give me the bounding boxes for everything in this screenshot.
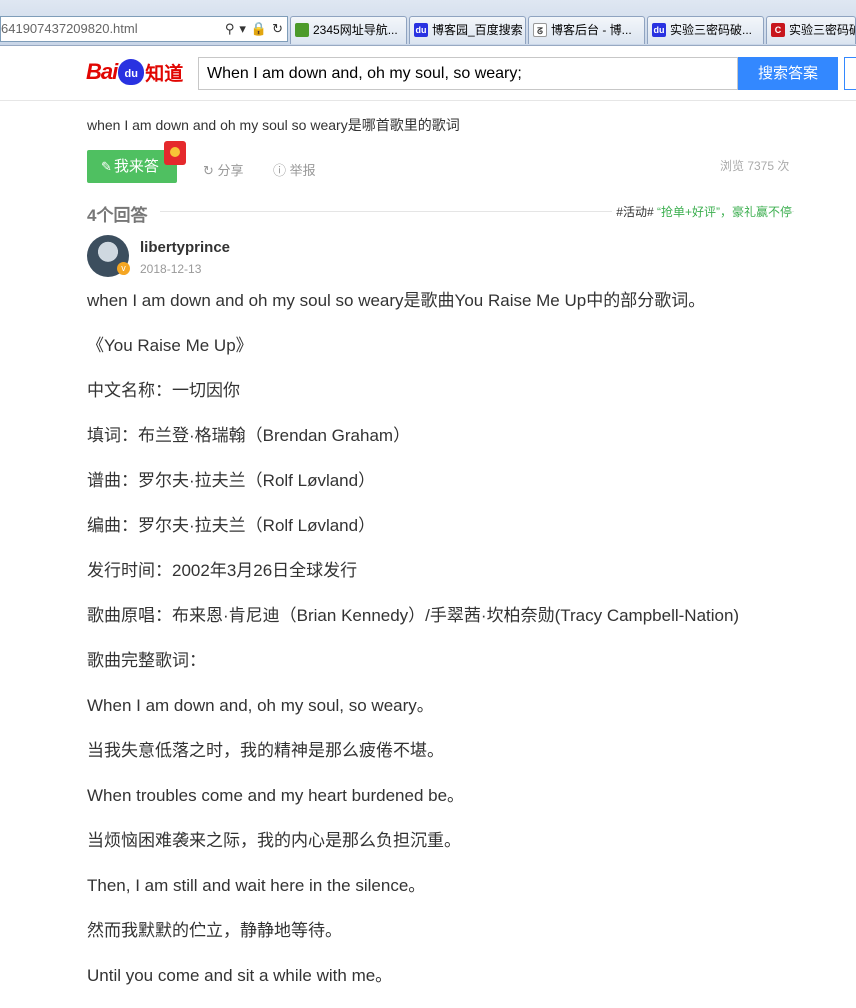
logo-zhidao: 知道 xyxy=(145,63,184,85)
answer-paragraph: 编曲：罗尔夫·拉夫兰（Rolf Løvland） xyxy=(87,516,376,535)
answer-paragraph: 当我失意低落之时，我的精神是那么疲倦不堪。 xyxy=(87,741,444,760)
answer-paragraph: 然而我默默的伫立，静静地等待。 xyxy=(87,921,342,940)
tab-experiment-2[interactable]: C 实验三密码破 xyxy=(766,16,856,44)
answer-paragraph: Then, I am still and wait here in the si… xyxy=(87,876,426,895)
search-button[interactable]: 搜索答案 xyxy=(738,57,838,90)
share-icon: ↻ xyxy=(203,163,214,178)
answer-paragraph: When troubles come and my heart burdened… xyxy=(87,786,465,805)
red-packet-icon[interactable] xyxy=(164,141,186,165)
address-text: 641907437209820.html xyxy=(1,21,138,36)
tab-label: 实验三密码破... xyxy=(670,23,753,37)
tab-blog-admin[interactable]: ᘔ 博客后台 - 博... xyxy=(528,16,645,44)
verified-badge-icon: v xyxy=(117,262,130,275)
tab-experiment-1[interactable]: du 实验三密码破... xyxy=(647,16,764,44)
report-link[interactable]: ⓘ 举报 xyxy=(273,160,316,179)
logo-paw: du xyxy=(118,59,145,85)
answer-button-label: 我来答 xyxy=(113,158,159,175)
answer-paragraph: 歌曲原唱：布来恩·肯尼迪（Brian Kennedy）/手翠茜·坎柏奈勋(Tra… xyxy=(87,606,740,625)
baidu-paw-icon: du xyxy=(652,23,666,37)
answer-paragraph: 中文名称：一切因你 xyxy=(87,381,240,400)
dropdown-icon[interactable]: ▾ xyxy=(239,17,246,41)
address-bar[interactable]: 641907437209820.html ⚲ ▾ 🔒 ↻ xyxy=(0,16,288,42)
tab-baidu-search[interactable]: du 博客园_百度搜索 xyxy=(409,16,526,44)
promo-banner[interactable]: #活动# “抢单+好评”，豪礼赢不停 xyxy=(612,203,792,220)
question-title: when I am down and oh my soul so weary是哪… xyxy=(87,117,460,133)
answer-paragraph: 当烦恼困难袭来之际，我的内心是那么负担沉重。 xyxy=(87,831,461,850)
report-label: 举报 xyxy=(289,163,316,178)
promo-tag: #活动# xyxy=(616,205,654,219)
site-header: Bai du 知道 When I am down and, oh my soul… xyxy=(0,46,856,101)
answer-paragraph: Until you come and sit a while with me。 xyxy=(87,966,393,985)
refresh-icon[interactable]: ↻ xyxy=(272,17,283,41)
answer-body: when I am down and oh my soul so weary是歌… xyxy=(87,288,807,1008)
share-link[interactable]: ↻ 分享 xyxy=(203,160,244,179)
share-label: 分享 xyxy=(217,163,244,178)
edit-icon: ✎ xyxy=(101,159,112,174)
lock-icon: 🔒 xyxy=(250,21,268,36)
answer-paragraph: 发行时间：2002年3月26日全球发行 xyxy=(87,561,358,580)
answer-paragraph: 填词：布兰登·格瑞翰（Brendan Graham） xyxy=(87,426,411,445)
browser-toolbar: 641907437209820.html ⚲ ▾ 🔒 ↻ 2345网址导航...… xyxy=(0,0,856,46)
answer-paragraph: when I am down and oh my soul so weary是歌… xyxy=(87,291,706,310)
answer-author[interactable]: libertyprince xyxy=(140,239,230,256)
baidu-paw-icon: du xyxy=(414,23,428,37)
ask-button[interactable] xyxy=(844,57,856,90)
search-input[interactable]: When I am down and, oh my soul, so weary… xyxy=(198,57,738,90)
search-icon[interactable]: ⚲ xyxy=(225,17,235,41)
tab-label: 实验三密码破 xyxy=(789,23,856,37)
csdn-icon: C xyxy=(771,23,785,37)
answer-count: 4个回答 xyxy=(87,206,148,225)
answer-paragraph: 《You Raise Me Up》 xyxy=(87,336,253,355)
answer-paragraph: When I am down and, oh my soul, so weary… xyxy=(87,696,434,715)
answer-paragraph: 谱曲：罗尔夫·拉夫兰（Rolf Løvland） xyxy=(87,471,376,490)
tab-label: 博客后台 - 博... xyxy=(551,23,632,37)
tab-label: 2345网址导航... xyxy=(313,23,398,37)
answer-paragraph: 歌曲完整歌词： xyxy=(87,651,206,670)
baidu-zhidao-logo[interactable]: Bai du 知道 xyxy=(86,54,183,90)
address-icons: ⚲ ▾ 🔒 ↻ xyxy=(225,17,283,41)
tab-2345[interactable]: 2345网址导航... xyxy=(290,16,407,44)
tab-label: 博客园_百度搜索 xyxy=(432,23,523,37)
report-icon: ⓘ xyxy=(273,163,287,178)
promo-text: “抢单+好评”，豪礼赢不停 xyxy=(656,205,792,219)
answer-date: 2018-12-13 xyxy=(140,262,202,276)
logo-bai: Bai xyxy=(86,59,118,84)
view-count: 浏览 7375 次 xyxy=(720,159,790,173)
site-2345-icon xyxy=(295,23,309,37)
cnblogs-icon: ᘔ xyxy=(533,23,547,37)
